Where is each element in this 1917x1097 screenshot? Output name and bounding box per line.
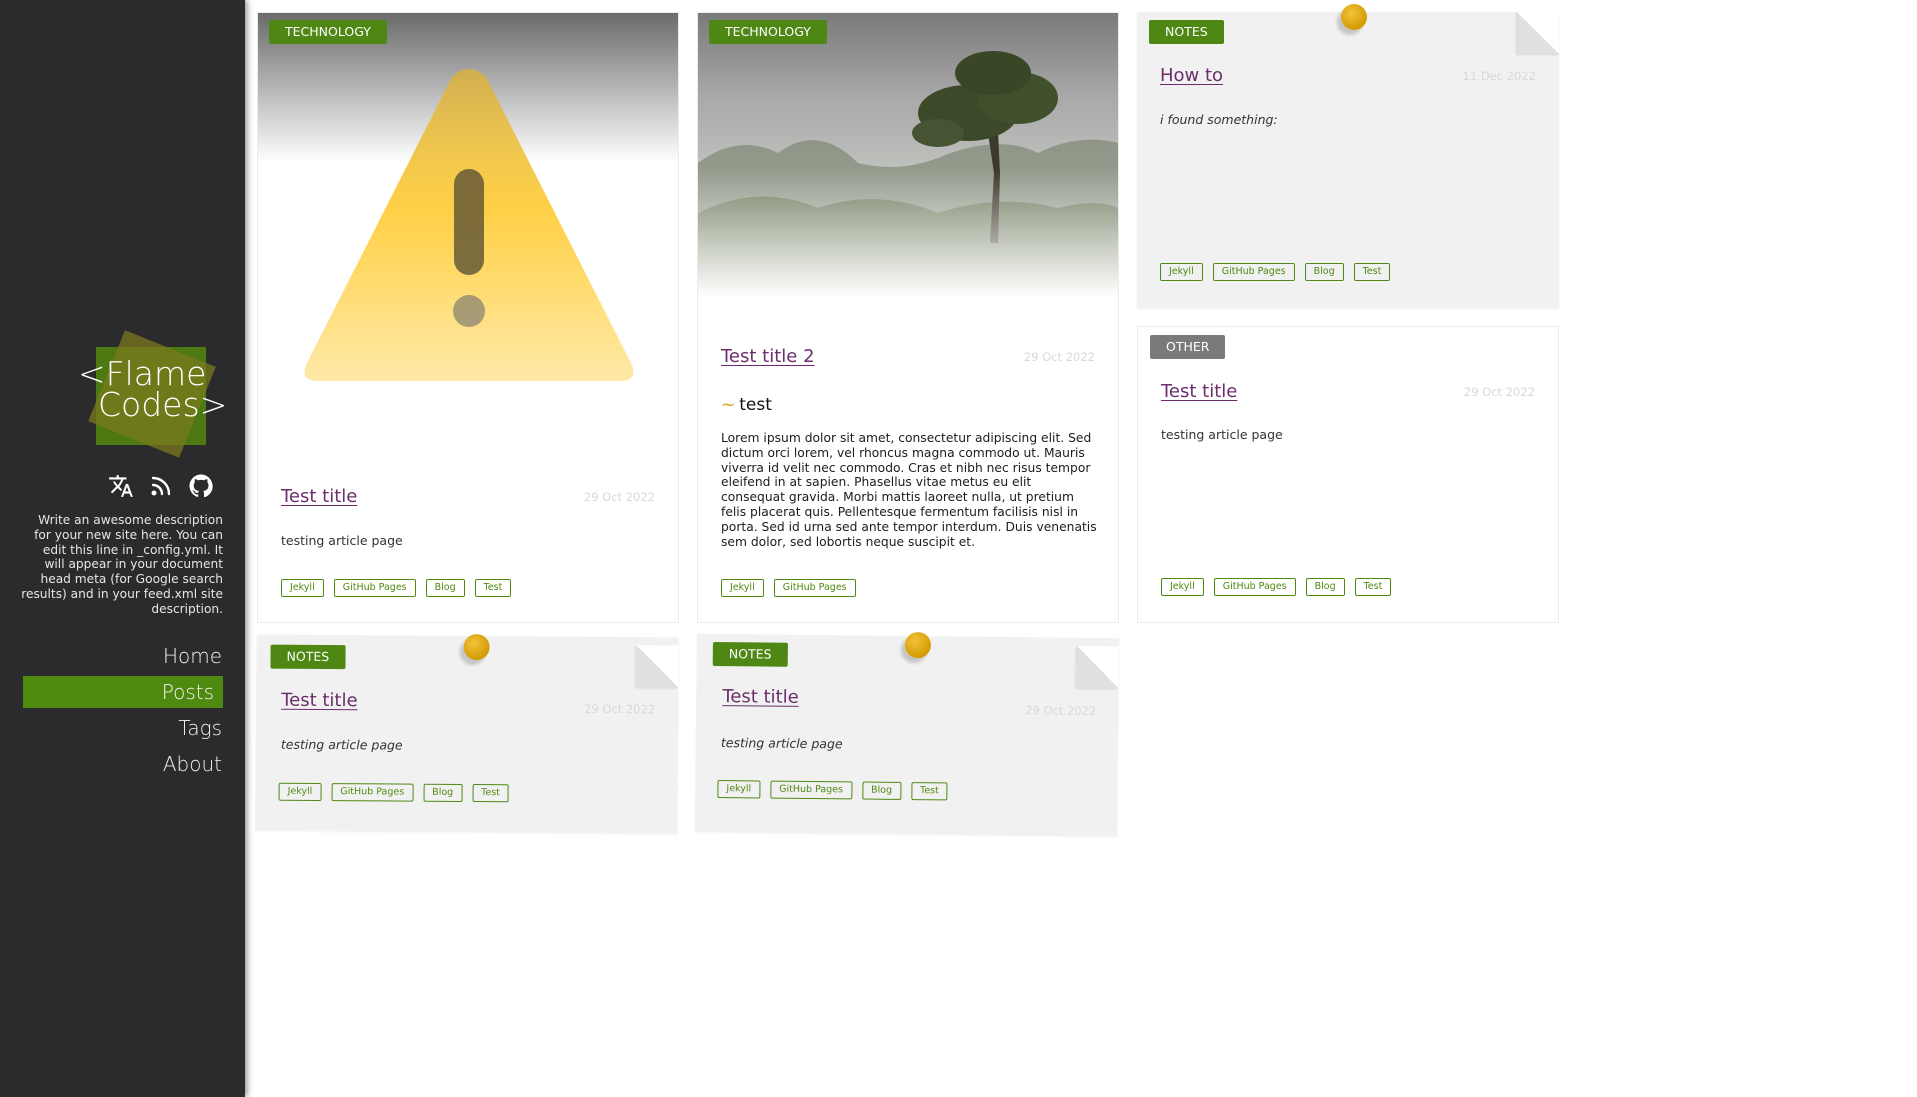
social-links [108,473,214,499]
post-title[interactable]: Test title [281,690,358,712]
post-date: 29 Oct 2022 [584,701,656,717]
tag-blog[interactable]: Blog [425,579,465,597]
post-excerpt: testing article page [1161,427,1283,442]
post-excerpt: testing article page [281,533,403,548]
misty-forest-image[interactable] [698,13,1118,298]
post-date: 29 Oct 2022 [583,490,655,504]
tag-jekyll[interactable]: Jekyll [281,579,324,597]
tag-list: Jekyll GitHub Pages Blog Test [278,782,509,803]
post-heading: ~ test [721,395,772,415]
note-card[interactable]: NOTES How to 11 Dec 2022 i found somethi… [1137,4,1559,308]
post-image[interactable] [258,13,678,413]
post-date: 29 Oct 2022 [1023,350,1095,364]
tag-blog[interactable]: Blog [1304,263,1344,281]
category-badge[interactable]: TECHNOLOGY [709,20,827,44]
tag-github-pages[interactable]: GitHub Pages [770,780,853,800]
warning-triangle-image [304,69,634,381]
category-badge[interactable]: TECHNOLOGY [269,20,387,44]
post-title[interactable]: Test title [281,486,357,507]
main-nav: Home Posts Tags About [23,640,223,784]
tag-github-pages[interactable]: GitHub Pages [773,579,856,597]
nav-item-about[interactable]: About [23,748,223,780]
post-date: 29 Oct 2022 [1463,385,1535,399]
post-card[interactable]: TECHNOLOGY Test title 29 Oct 2022 testin… [257,12,679,623]
tag-list: Jekyll GitHub Pages [721,579,856,597]
note-card[interactable]: NOTES Test title 29 Oct 2022 testing art… [694,631,1120,837]
tag-list: Jekyll GitHub Pages Blog Test [717,780,948,801]
post-excerpt: Lorem ipsum dolor sit amet, consectetur … [721,431,1097,549]
page-fold [1076,645,1119,689]
rss-icon[interactable] [148,473,174,499]
tag-list: Jekyll GitHub Pages Blog Test [281,579,512,597]
tag-test[interactable]: Test [1353,263,1391,281]
nav-item-home[interactable]: Home [23,640,223,672]
tag-jekyll[interactable]: Jekyll [278,782,322,801]
post-title[interactable]: How to [1160,65,1223,86]
pin-icon [463,633,490,661]
tag-test[interactable]: Test [472,784,509,803]
tag-github-pages[interactable]: GitHub Pages [1212,263,1295,281]
post-date: 11 Dec 2022 [1462,69,1536,83]
logo-line-2: Codes> [98,385,228,424]
page-fold [636,645,679,688]
pin-icon [1341,4,1367,30]
post-title[interactable]: Test title 2 [721,346,815,367]
tag-jekyll[interactable]: Jekyll [721,579,764,597]
sidebar: <Flame Codes> Write an awesome descripti… [0,0,245,1097]
tag-jekyll[interactable]: Jekyll [717,780,761,799]
note-card[interactable]: NOTES Test title 29 Oct 2022 testing art… [255,633,679,834]
site-description: Write an awesome description for your ne… [21,513,223,616]
post-card[interactable]: OTHER Test title 29 Oct 2022 testing art… [1137,326,1559,623]
category-badge[interactable]: NOTES [1149,20,1224,44]
tag-list: Jekyll GitHub Pages Blog Test [1160,263,1391,281]
tag-github-pages[interactable]: GitHub Pages [1213,578,1296,596]
tag-github-pages[interactable]: GitHub Pages [333,579,416,597]
tag-blog[interactable]: Blog [423,783,463,802]
pin-icon [904,631,932,659]
tag-github-pages[interactable]: GitHub Pages [331,783,414,802]
translate-icon[interactable] [108,473,134,499]
tag-jekyll[interactable]: Jekyll [1161,578,1204,596]
tag-blog[interactable]: Blog [1305,578,1345,596]
post-excerpt: testing article page [720,735,843,752]
category-badge[interactable]: NOTES [270,644,346,670]
tag-blog[interactable]: Blog [861,781,902,800]
page-fold [1517,12,1559,54]
site-logo[interactable]: <Flame Codes> [78,330,228,460]
post-title[interactable]: Test title [722,686,799,708]
category-badge[interactable]: OTHER [1150,335,1226,359]
tag-test[interactable]: Test [474,579,512,597]
nav-item-tags[interactable]: Tags [23,712,223,744]
post-excerpt: i found something: [1160,112,1278,127]
post-excerpt: testing article page [280,736,403,753]
github-icon[interactable] [188,473,214,499]
tag-test[interactable]: Test [1354,578,1392,596]
tag-list: Jekyll GitHub Pages Blog Test [1161,578,1392,596]
post-card[interactable]: TECHNOLOGY Test title 2 29 Oct 2022 ~ tes… [697,12,1119,623]
tag-test[interactable]: Test [910,782,948,801]
post-date: 29 Oct 2022 [1025,703,1097,718]
category-badge[interactable]: NOTES [712,641,788,667]
nav-item-posts[interactable]: Posts [23,676,223,708]
tag-jekyll[interactable]: Jekyll [1160,263,1203,281]
post-title[interactable]: Test title [1161,381,1237,402]
